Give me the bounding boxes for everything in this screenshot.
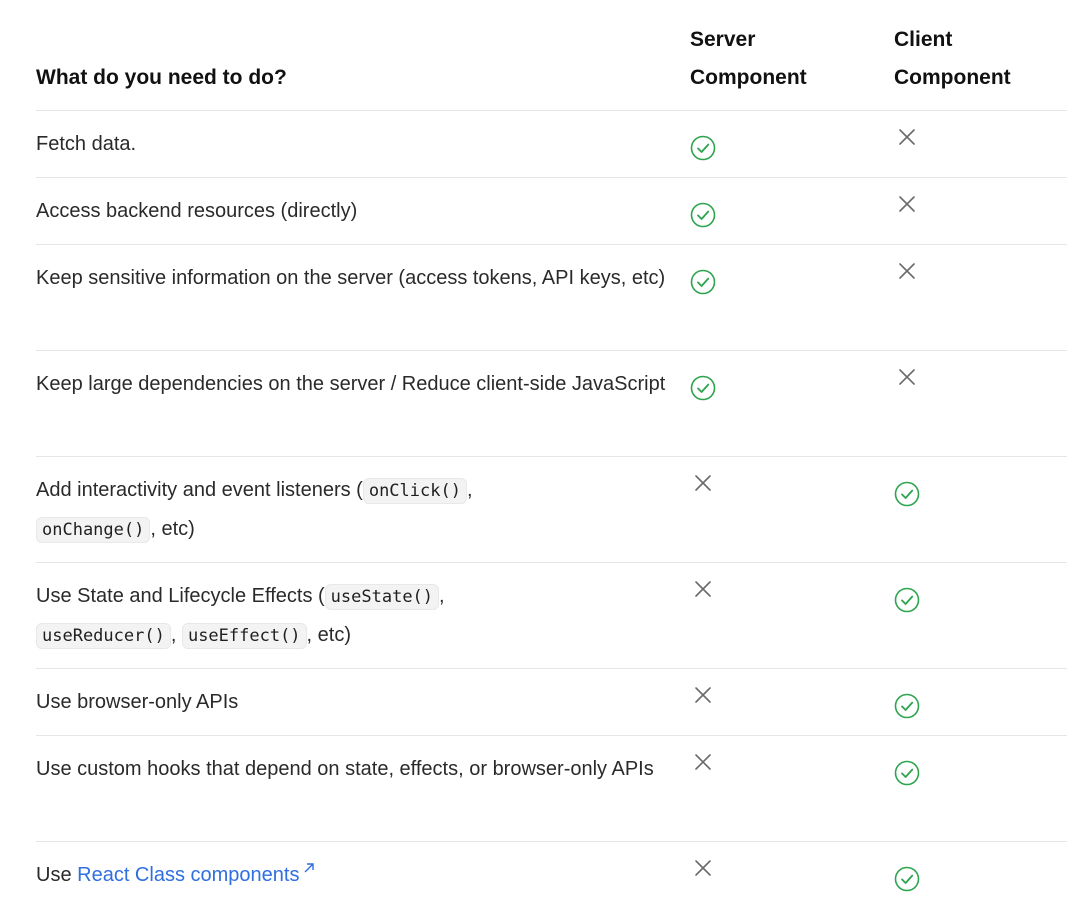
task-text: Add interactivity and event listeners ( xyxy=(36,479,363,501)
client-cell xyxy=(894,842,1067,909)
check-circle-icon xyxy=(894,481,920,507)
task-text-tail: , etc) xyxy=(306,624,351,646)
check-circle-icon xyxy=(690,269,716,295)
task-text-tail: , etc) xyxy=(150,518,195,540)
table-row: Keep large dependencies on the server / … xyxy=(36,351,1067,457)
server-cell xyxy=(690,111,894,177)
x-icon xyxy=(695,687,711,703)
server-cell xyxy=(690,563,894,668)
client-cell xyxy=(894,736,1067,841)
task-text: Use browser-only APIs xyxy=(36,691,239,713)
task-cell: Use custom hooks that depend on state, e… xyxy=(36,736,690,841)
server-cell xyxy=(690,842,894,909)
x-icon xyxy=(695,475,711,491)
server-cell xyxy=(690,178,894,244)
x-icon xyxy=(899,129,915,145)
client-cell xyxy=(894,111,1067,177)
x-icon xyxy=(899,196,915,212)
server-cell xyxy=(690,457,894,562)
check-circle-icon xyxy=(894,587,920,613)
task-text: Use State and Lifecycle Effects ( xyxy=(36,585,325,607)
task-text: Use custom hooks that depend on state, e… xyxy=(36,758,654,780)
check-circle-icon xyxy=(894,866,920,892)
task-cell: Access backend resources (directly) xyxy=(36,178,690,244)
client-cell xyxy=(894,178,1067,244)
header-server-line1: Server xyxy=(690,28,756,51)
code-onclick: onClick() xyxy=(362,478,467,504)
x-icon xyxy=(899,369,915,385)
external-link-icon xyxy=(304,863,315,873)
task-text-sep: , xyxy=(466,479,473,501)
header-client-line1: Client xyxy=(894,28,953,51)
code-onchange: onChange() xyxy=(36,517,151,543)
task-cell: Keep sensitive information on the server… xyxy=(36,245,690,350)
table-row: Access backend resources (directly) xyxy=(36,178,1067,245)
server-cell xyxy=(690,245,894,350)
comparison-table: What do you need to do? Server Component… xyxy=(36,0,1067,909)
x-icon xyxy=(899,263,915,279)
table-row: Add interactivity and event listeners (o… xyxy=(36,457,1067,563)
client-cell xyxy=(894,457,1067,562)
task-text-sep: , xyxy=(439,585,445,607)
table-header: What do you need to do? Server Component… xyxy=(36,0,1067,111)
header-client-line2: Component xyxy=(894,66,1011,89)
server-cell xyxy=(690,669,894,735)
x-icon xyxy=(695,860,711,876)
header-server-component: Server Component xyxy=(690,0,894,110)
client-cell xyxy=(894,563,1067,668)
x-icon xyxy=(695,754,711,770)
react-class-components-link[interactable]: React Class components xyxy=(77,863,315,886)
task-text-sep2: , xyxy=(170,624,177,646)
task-cell: Use State and Lifecycle Effects (useStat… xyxy=(36,563,690,668)
table-row: Use React Class components xyxy=(36,842,1067,909)
task-cell: Use browser-only APIs xyxy=(36,669,690,735)
check-circle-icon xyxy=(894,693,920,719)
table-body: Fetch data. Access backend resources (di… xyxy=(36,111,1067,909)
header-task: What do you need to do? xyxy=(36,0,690,110)
task-text: Keep sensitive information on the server… xyxy=(36,267,666,289)
code-useeffect: useEffect() xyxy=(181,623,307,649)
table-row: Use custom hooks that depend on state, e… xyxy=(36,736,1067,842)
header-task-label: What do you need to do? xyxy=(36,66,287,89)
table-row: Keep sensitive information on the server… xyxy=(36,245,1067,351)
check-circle-icon xyxy=(690,135,716,161)
table-row: Use browser-only APIs xyxy=(36,669,1067,736)
server-cell xyxy=(690,736,894,841)
table-row: Fetch data. xyxy=(36,111,1067,178)
task-text: Fetch data. xyxy=(36,133,137,155)
code-usestate: useState() xyxy=(324,584,440,610)
code-usereducer: useReducer() xyxy=(36,623,171,649)
link-label[interactable]: React Class components xyxy=(77,864,299,886)
task-cell: Use React Class components xyxy=(36,842,690,909)
x-icon xyxy=(695,581,711,597)
client-cell xyxy=(894,245,1067,350)
task-cell: Add interactivity and event listeners (o… xyxy=(36,457,690,562)
table-row: Use State and Lifecycle Effects (useStat… xyxy=(36,563,1067,669)
client-cell xyxy=(894,351,1067,456)
header-server-line2: Component xyxy=(690,66,807,89)
task-cell: Fetch data. xyxy=(36,111,690,177)
task-text: Use xyxy=(36,864,78,886)
check-circle-icon xyxy=(894,760,920,786)
task-text: Access backend resources (directly) xyxy=(36,200,358,222)
header-client-component: Client Component xyxy=(894,0,1067,110)
client-cell xyxy=(894,669,1067,735)
check-circle-icon xyxy=(690,202,716,228)
task-cell: Keep large dependencies on the server / … xyxy=(36,351,690,456)
check-circle-icon xyxy=(690,375,716,401)
task-text: Keep large dependencies on the server / … xyxy=(36,373,666,395)
server-cell xyxy=(690,351,894,456)
